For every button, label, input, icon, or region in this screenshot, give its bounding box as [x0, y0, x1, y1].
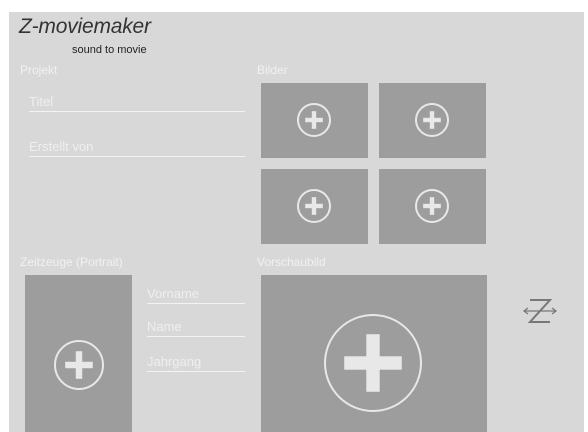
title-field[interactable]	[29, 92, 245, 112]
app-title: Z-moviemaker	[19, 15, 151, 38]
image-slot-2-button[interactable]	[379, 83, 486, 158]
bilder-label: Bilder	[257, 63, 288, 77]
vorschau-label: Vorschaubild	[257, 255, 326, 269]
preview-slot-button[interactable]	[261, 275, 487, 432]
image-slot-3-button[interactable]	[261, 169, 368, 244]
name-field[interactable]	[147, 317, 245, 337]
app-subtitle: sound to movie	[72, 44, 147, 56]
author-field[interactable]	[29, 137, 245, 157]
add-image-icon	[297, 103, 331, 137]
image-slot-4-button[interactable]	[379, 169, 486, 244]
add-image-icon	[297, 189, 331, 223]
add-image-icon	[415, 103, 449, 137]
z-logo-icon	[522, 296, 558, 326]
year-field[interactable]	[147, 352, 245, 372]
projekt-label: Projekt	[20, 63, 58, 77]
firstname-field[interactable]	[147, 284, 245, 304]
add-portrait-icon	[54, 340, 104, 390]
image-slot-1-button[interactable]	[261, 83, 368, 158]
add-preview-icon	[324, 314, 422, 412]
add-image-icon	[415, 189, 449, 223]
app-window: Z-moviemaker sound to movie Projekt Bild…	[9, 12, 584, 432]
portrait-slot-button[interactable]	[25, 275, 132, 432]
zeitzeuge-label: Zeitzeuge (Portrait)	[20, 255, 123, 269]
